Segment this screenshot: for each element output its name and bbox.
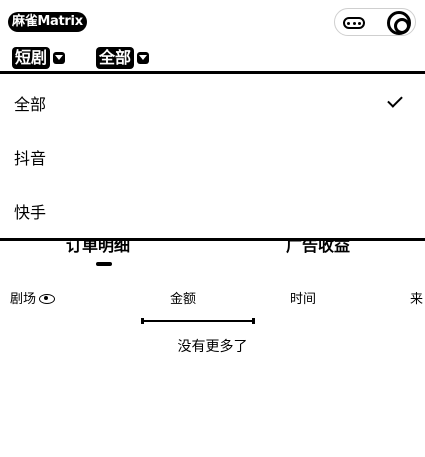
column-drama[interactable]: 剧场 xyxy=(10,291,56,309)
column-drama-label: 剧场 xyxy=(10,292,37,307)
eye-icon[interactable] xyxy=(39,293,56,304)
scope-filter[interactable]: 全部 xyxy=(96,46,150,70)
close-icon[interactable] xyxy=(387,11,411,35)
dropdown-option-label: 全部 xyxy=(14,95,47,114)
column-source[interactable]: 来 xyxy=(410,291,423,309)
app-title: 麻雀Matrix xyxy=(8,12,87,32)
active-tab-indicator xyxy=(96,262,112,266)
chevron-down-icon xyxy=(137,52,150,64)
dropdown-option-all[interactable]: 全部 xyxy=(0,76,425,130)
column-time[interactable]: 时间 xyxy=(290,291,316,309)
platform-dropdown: 全部 抖音 快手 xyxy=(0,74,425,238)
dropdown-option-kuaishou[interactable]: 快手 xyxy=(0,184,425,238)
dropdown-option-label: 快手 xyxy=(14,203,47,222)
more-icon[interactable] xyxy=(343,17,365,29)
category-filter[interactable]: 短剧 xyxy=(12,46,66,70)
dropdown-option-douyin[interactable]: 抖音 xyxy=(0,130,425,184)
chevron-down-icon xyxy=(53,52,66,64)
table-header: 剧场 金额 时间 来 xyxy=(0,288,425,312)
tab-ad-revenue[interactable]: 广告收益 xyxy=(286,241,350,256)
dropdown-option-label: 抖音 xyxy=(14,149,47,168)
scope-filter-label: 全部 xyxy=(96,47,135,69)
tab-order-details[interactable]: 订单明细 xyxy=(66,241,130,256)
filter-row: 短剧 全部 xyxy=(0,44,425,72)
top-bar: 麻雀Matrix xyxy=(0,0,425,44)
tab-bar: 订单明细 广告收益 xyxy=(0,241,425,265)
check-icon xyxy=(387,92,403,108)
empty-state-text: 没有更多了 xyxy=(177,339,248,355)
mini-program-capsule xyxy=(334,8,416,36)
amount-sort-indicator xyxy=(141,318,255,324)
category-filter-label: 短剧 xyxy=(12,47,51,69)
column-amount[interactable]: 金额 xyxy=(170,291,196,309)
